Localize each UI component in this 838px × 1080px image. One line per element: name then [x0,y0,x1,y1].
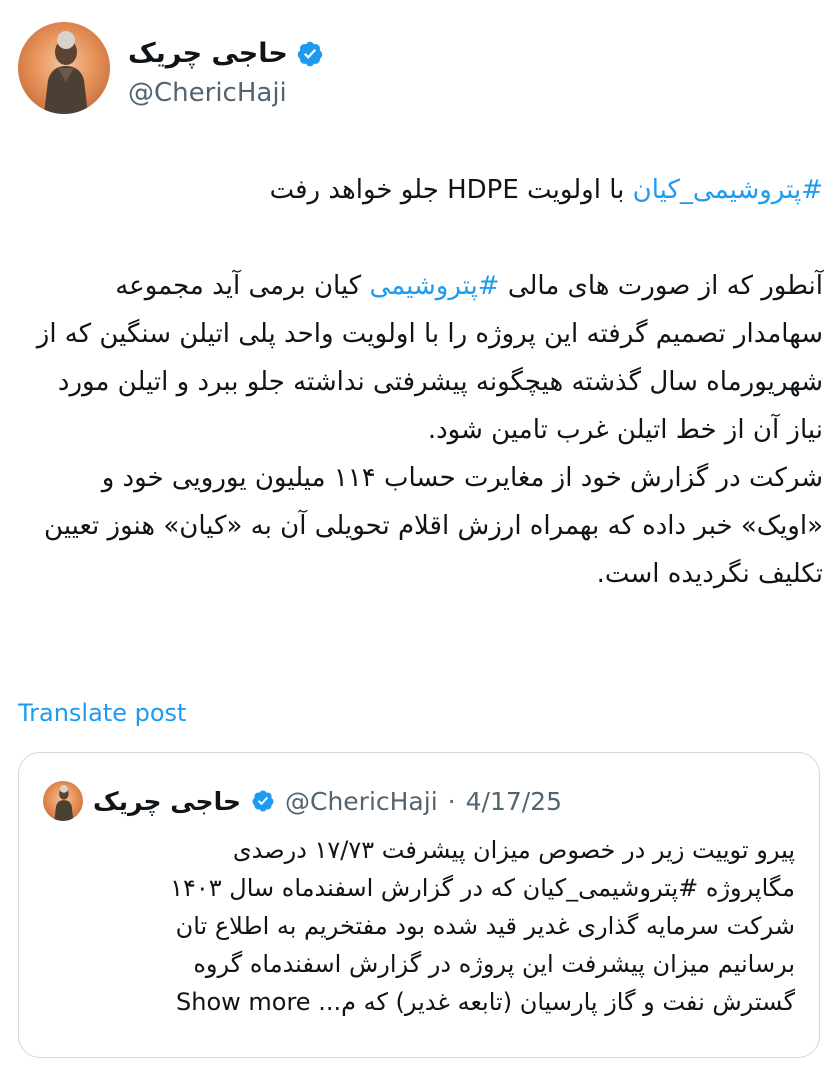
quoted-last-line: گسترش نفت و گاز پارسیان (تابعه غدیر) که … [43,983,795,1021]
quoted-author-name: حاجی چریک [93,786,241,816]
quoted-avatar [43,781,83,821]
tweet-paragraph-2: آنطور که از صورت های مالی #پتروشیمی کیان… [18,262,823,454]
tweet-line-1-text: با اولویت HDPE جلو خواهد رفت [269,175,633,205]
author-handle[interactable]: @ChericHaji [128,78,287,108]
quoted-line: پیرو توییت زیر در خصوص میزان پیشرفت ۱۷/۷… [232,836,795,864]
show-more-link[interactable]: Show more [176,988,311,1016]
hashtag-link[interactable]: #پتروشیمی [369,271,499,301]
separator-dot: · [447,786,456,816]
quoted-tweet-header: حاجی چریک @ChericHaji · 4/17/25 [43,781,562,821]
quoted-date: 4/17/25 [465,786,562,816]
verified-badge-icon [252,790,274,812]
tweet-paragraph-3: شرکت در گزارش خود از مغایرت حساب ۱۱۴ میل… [44,463,823,589]
tweet-line-1: #پتروشیمی_کیان با اولویت HDPE جلو خواهد … [18,166,823,214]
hashtag-link[interactable]: #پتروشیمی_کیان [633,175,823,205]
tweet-text: #پتروشیمی_کیان با اولویت HDPE جلو خواهد … [18,166,823,598]
quoted-line: مگاپروژه #پتروشیمی_کیان که در گزارش اسفن… [170,874,795,902]
quoted-line: برسانیم میزان پیشرفت این پروژه در گزارش … [193,950,795,978]
quoted-tweet[interactable]: حاجی چریک @ChericHaji · 4/17/25 پیرو توی… [18,752,820,1058]
avatar-figure-icon [44,31,88,114]
quoted-line: شرکت سرمایه گذاری غدیر قید شده بود مفتخر… [175,912,795,940]
quoted-line-truncated: گسترش نفت و گاز پارسیان (تابعه غدیر) که … [318,988,795,1016]
tweet-header: حاجی چریک @ChericHaji [18,22,818,116]
verified-badge-icon [297,41,323,66]
tweet-paragraph-2-start: آنطور که از صورت های مالی [499,271,823,301]
avatar-figure-icon [54,784,74,821]
author-name[interactable]: حاجی چریک [128,38,288,69]
tweet-page: حاجی چریک @ChericHaji #پتروشیمی_کیان با … [0,0,838,1080]
quoted-tweet-text: پیرو توییت زیر در خصوص میزان پیشرفت ۱۷/۷… [43,831,795,1021]
avatar[interactable] [18,22,110,114]
author-name-row: حاجی چریک [128,38,324,69]
translate-post-link[interactable]: Translate post [18,699,186,727]
quoted-author-handle: @ChericHaji [284,786,438,816]
